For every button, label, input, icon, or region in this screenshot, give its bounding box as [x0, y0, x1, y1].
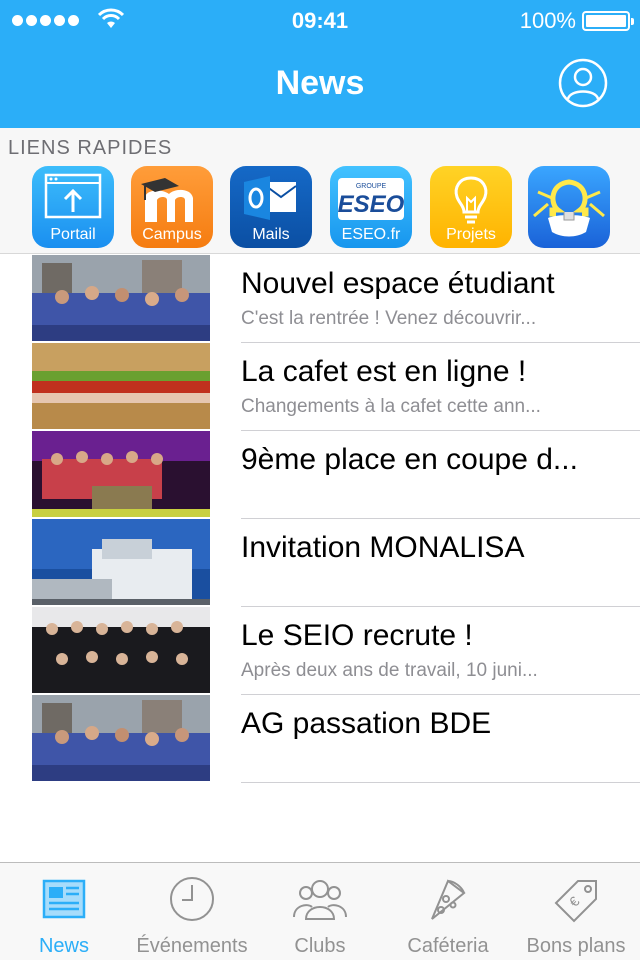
page-title: News [275, 64, 365, 102]
news-subtitle: Après deux ans de travail, 10 juni... [241, 660, 538, 681]
campus-app-button[interactable]: Campus [131, 166, 213, 248]
tab-label: Bons plans [526, 935, 626, 957]
omega-icon [533, 179, 605, 237]
mails-app-button[interactable]: Mails [230, 166, 312, 248]
tab-cafeteria[interactable]: Caféteria [384, 863, 512, 960]
tab-events[interactable]: Événements [128, 863, 256, 960]
quick-links-section: LIENS RAPIDES Portail Campus Mails GROUP… [0, 128, 640, 254]
news-title: 9ème place en coupe d... [241, 443, 578, 476]
tab-label: Caféteria [407, 935, 489, 957]
news-title: La cafet est en ligne ! [241, 355, 527, 388]
svg-text:€: € [566, 893, 583, 910]
svg-text:GROUPE: GROUPE [356, 183, 387, 190]
app-label: Projets [446, 226, 496, 243]
portal-app-button[interactable]: Portail [32, 166, 114, 248]
projects-app-button[interactable]: Projets [430, 166, 512, 248]
news-thumbnail [32, 519, 210, 605]
app-label: ESEO.fr [341, 226, 401, 243]
tab-news[interactable]: News [0, 863, 128, 960]
news-item[interactable]: AG passation BDE [0, 695, 640, 783]
status-bar: 09:41 100% [0, 0, 640, 40]
news-item[interactable]: 9ème place en coupe d... [0, 431, 640, 519]
news-thumbnail [32, 255, 210, 341]
news-list: Nouvel espace étudiant C'est la rentrée … [0, 255, 640, 783]
news-subtitle: Changements à la cafet cette ann... [241, 396, 541, 417]
news-item[interactable]: Le SEIO recrute ! Après deux ans de trav… [0, 607, 640, 695]
news-thumbnail [32, 607, 210, 693]
news-title: AG passation BDE [241, 707, 492, 740]
news-title: Invitation MONALISA [241, 531, 525, 564]
news-thumbnail [32, 695, 210, 781]
news-item[interactable]: Nouvel espace étudiant C'est la rentrée … [0, 255, 640, 343]
svg-text:ESEO: ESEO [338, 191, 405, 218]
news-subtitle: C'est la rentrée ! Venez découvrir... [241, 308, 537, 329]
tab-clubs[interactable]: Clubs [256, 863, 384, 960]
eseo-app-button[interactable]: GROUPE ESEO ESEO.fr [330, 166, 412, 248]
quick-links-title: LIENS RAPIDES [8, 137, 173, 159]
tag-icon: € [554, 880, 597, 923]
app-label: Campus [142, 226, 202, 243]
news-thumbnail [32, 431, 210, 517]
divider [241, 782, 640, 783]
profile-icon[interactable] [558, 58, 608, 108]
news-title: Nouvel espace étudiant [241, 267, 555, 300]
tab-label: News [38, 935, 89, 957]
tab-deals[interactable]: € Bons plans [512, 863, 640, 960]
clock-icon [170, 877, 214, 921]
news-item[interactable]: La cafet est en ligne ! Changements à la… [0, 343, 640, 431]
battery-percentage: 100% [519, 8, 576, 33]
tab-bar: News Événements Clubs Caféteria € Bons p… [0, 862, 640, 960]
news-item[interactable]: Invitation MONALISA [0, 519, 640, 607]
newspaper-icon [42, 879, 86, 919]
omega-app-button[interactable] [528, 166, 610, 248]
app-label: Portail [50, 226, 96, 243]
navigation-header: 09:41 100% News [0, 0, 640, 128]
app-label: Mails [252, 226, 290, 243]
pizza-icon [431, 879, 466, 920]
tab-label: Clubs [294, 935, 346, 957]
news-title: Le SEIO recrute ! [241, 619, 473, 652]
news-thumbnail [32, 343, 210, 429]
group-icon [293, 880, 347, 920]
tab-label: Événements [136, 935, 248, 957]
battery-icon [582, 11, 634, 31]
